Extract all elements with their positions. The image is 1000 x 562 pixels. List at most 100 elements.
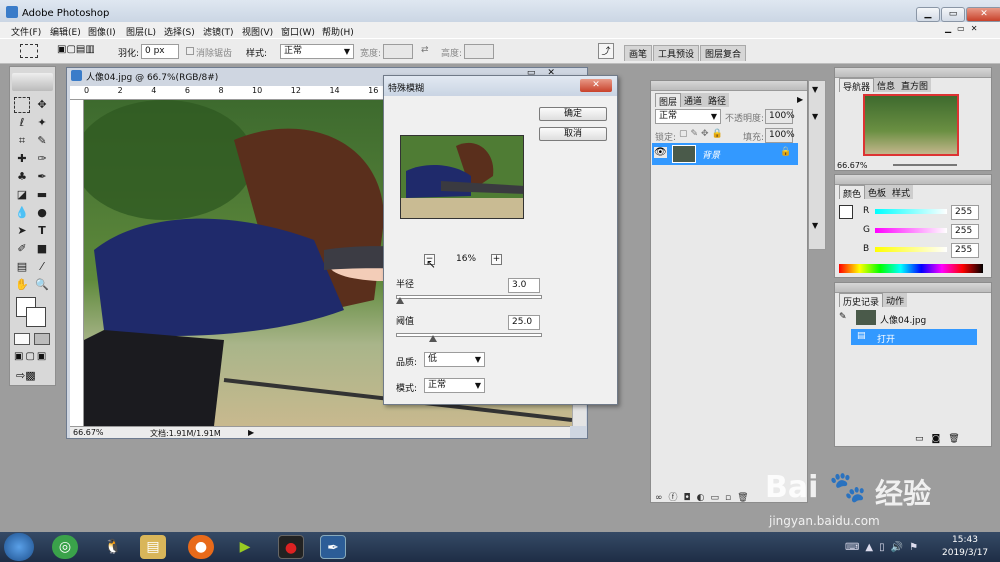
menu-edit[interactable]: 编辑(E) (50, 25, 81, 38)
b-input[interactable]: 255 (951, 243, 979, 258)
hand-tool-icon[interactable]: ✋ (14, 277, 30, 293)
r-slider[interactable] (875, 209, 947, 214)
navigator-preview[interactable] (863, 94, 959, 156)
cancel-button[interactable]: 取消 (539, 127, 607, 141)
magic-wand-icon[interactable]: ✦ (34, 115, 50, 131)
tab-info[interactable]: 信息 (874, 78, 899, 92)
imageready-icon[interactable]: ⇨▩ (16, 369, 36, 382)
recorder-icon[interactable]: ● (278, 535, 304, 559)
screen-mode-icons[interactable]: ▣▢▣ (14, 351, 48, 362)
feather-input[interactable]: 0 px (141, 44, 179, 59)
history-snapshot-row[interactable]: ✎ 人像04.jpg (836, 309, 978, 327)
crop-tool-icon[interactable]: ⌗ (14, 133, 30, 149)
history-brush-icon[interactable]: ✒ (34, 169, 50, 185)
tray-icons[interactable]: ⌨▲▯🔊⚑ (845, 542, 924, 553)
fill-input[interactable]: 100% (765, 128, 795, 143)
standard-mode-icon[interactable] (14, 333, 30, 345)
marquee-tool-icon[interactable] (14, 97, 30, 113)
menu-layer[interactable]: 图层(L) (126, 25, 156, 38)
layers-panel-scroll-buttons[interactable]: ▼ ▼ ▼ (808, 80, 826, 250)
collapse-icon[interactable]: ▼ (812, 85, 822, 94)
eyedropper-icon[interactable]: ⁄ (34, 259, 50, 275)
healing-brush-icon[interactable]: ✚ (14, 151, 30, 167)
color-spectrum-bar[interactable] (839, 264, 983, 273)
radius-slider-thumb[interactable] (395, 297, 404, 304)
ok-button[interactable]: 确定 (539, 107, 607, 121)
stamp-tool-icon[interactable]: ♣ (14, 169, 30, 185)
threshold-slider-thumb[interactable] (429, 335, 437, 342)
layers-footer-icons[interactable]: ∞ⓕ◘◐▭▫🗑 (655, 490, 755, 503)
radius-slider[interactable] (395, 295, 542, 304)
tab-history[interactable]: 历史记录 (839, 293, 884, 308)
tab-brushes[interactable]: 画笔 (624, 45, 653, 61)
tab-swatches[interactable]: 色板 (865, 185, 890, 199)
g-slider[interactable] (875, 228, 947, 233)
quality-select[interactable]: 低 ▼ (424, 352, 485, 367)
firefox-icon[interactable]: ● (188, 535, 214, 559)
zoom-tool-icon[interactable]: 🔍 (34, 277, 50, 293)
layer-name[interactable]: 背景 (702, 148, 720, 161)
notes-tool-icon[interactable]: ▤ (14, 259, 30, 275)
zoom-in-button[interactable]: + (491, 254, 502, 265)
minimize-button[interactable]: ▁ (916, 7, 940, 22)
clock-time[interactable]: 15:43 (952, 535, 978, 545)
zoom-value[interactable]: 66.67% (73, 428, 104, 437)
history-step-row[interactable]: ▤ 打开 (851, 329, 977, 345)
lock-icons[interactable]: ▢✎✥🔒 (679, 129, 726, 139)
style-select[interactable]: 正常 ▼ (280, 44, 354, 59)
b-slider[interactable] (875, 247, 947, 252)
panel-menu-icon[interactable]: ▶ (797, 95, 803, 104)
mode-select[interactable]: 正常 ▼ (424, 378, 485, 393)
menu-restore-buttons[interactable]: ▁▭✕ (945, 24, 995, 36)
antialias-checkbox[interactable] (186, 47, 194, 55)
tab-navigator[interactable]: 导航器 (839, 78, 875, 93)
threshold-slider[interactable] (396, 333, 542, 342)
menu-image[interactable]: 图像(I) (88, 25, 116, 38)
selection-mode-icons[interactable]: ▣▢▤▥ (57, 44, 107, 58)
history-brush-icon[interactable]: ✎ (839, 312, 847, 322)
start-button[interactable] (4, 533, 34, 561)
type-tool-icon[interactable]: T (34, 223, 50, 239)
height-input[interactable] (464, 44, 494, 59)
swap-icon[interactable]: ⇄ (421, 45, 429, 55)
pen-tool-icon[interactable]: ✐ (14, 241, 30, 257)
collapse-icon[interactable]: ▼ (812, 221, 822, 230)
tab-color[interactable]: 颜色 (839, 185, 866, 200)
menu-select[interactable]: 选择(S) (164, 25, 195, 38)
file-browser-icon[interactable]: ⤴ (598, 43, 614, 59)
menu-help[interactable]: 帮助(H) (322, 25, 354, 38)
history-footer-icons[interactable]: ▭◙🗑 (915, 434, 968, 444)
dialog-close-button[interactable]: ✕ (580, 79, 612, 92)
tab-layer-comps[interactable]: 图层复合 (700, 45, 747, 61)
tab-paths[interactable]: 路径 (705, 93, 730, 107)
background-color-swatch[interactable] (26, 307, 46, 327)
blend-mode-select[interactable]: 正常 ▼ (655, 109, 721, 124)
dodge-tool-icon[interactable]: ● (34, 205, 50, 221)
menu-window[interactable]: 窗口(W) (281, 25, 315, 38)
tab-actions[interactable]: 动作 (883, 293, 908, 307)
brush-tool-icon[interactable]: ✑ (34, 151, 50, 167)
opacity-input[interactable]: 100% (765, 109, 795, 124)
path-select-icon[interactable]: ➤ (14, 223, 30, 239)
preview-frame[interactable] (400, 135, 524, 219)
photoshop-taskbar-icon[interactable]: ✒ (320, 535, 346, 559)
visibility-eye-icon[interactable]: 👁 (654, 147, 667, 158)
gradient-tool-icon[interactable]: ▬ (34, 187, 50, 203)
status-arrow-icon[interactable]: ▶ (248, 428, 254, 437)
slice-tool-icon[interactable]: ✎ (34, 133, 50, 149)
tab-channels[interactable]: 通道 (681, 93, 706, 107)
move-tool-icon[interactable]: ✥ (34, 97, 50, 113)
quick-mask-icon[interactable] (34, 333, 50, 345)
menu-filter[interactable]: 滤镜(T) (203, 25, 234, 38)
fg-color-swatch[interactable] (839, 205, 853, 219)
maximize-button[interactable]: ▭ (941, 7, 965, 22)
navigator-zoom[interactable]: 66.67% (837, 161, 868, 170)
media-app-icon[interactable]: ▶ (232, 535, 258, 559)
menu-file[interactable]: 文件(F) (11, 25, 41, 38)
tab-layers[interactable]: 图层 (655, 93, 682, 108)
collapse-icon[interactable]: ▼ (812, 112, 822, 121)
radius-input[interactable]: 3.0 (508, 278, 540, 293)
g-input[interactable]: 255 (951, 224, 979, 239)
marquee-preset-icon[interactable] (20, 44, 38, 58)
shape-tool-icon[interactable]: ■ (34, 241, 50, 257)
